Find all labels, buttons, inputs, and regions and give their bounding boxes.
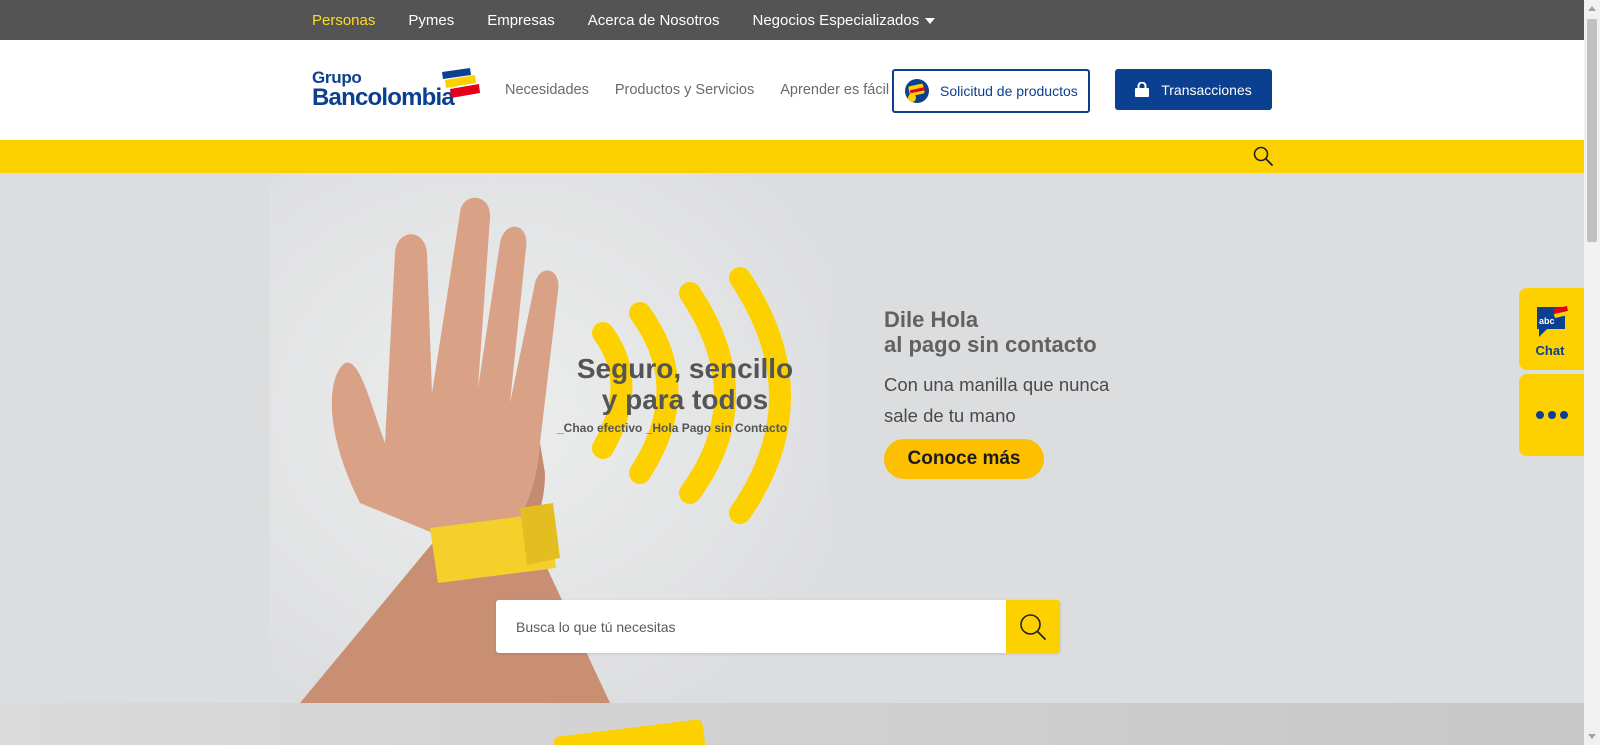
- hero-title: Dile Hola al pago sin contacto: [884, 307, 1097, 357]
- tagline-line2: y para todos: [601, 384, 769, 415]
- card-icon: [905, 79, 929, 103]
- conoce-mas-button[interactable]: Conoce más: [884, 439, 1044, 479]
- chat-icon: abc: [1537, 306, 1568, 337]
- segment-nav: Personas Pymes Empresas Acerca de Nosotr…: [312, 0, 968, 40]
- more-icon: [1559, 411, 1568, 419]
- more-icon: [1535, 411, 1544, 419]
- transacciones-label: Transacciones: [1161, 81, 1252, 98]
- nav-aprender[interactable]: Aprender es fácil: [780, 82, 889, 98]
- main-header: Grupo Bancolombia Necesidades Productos …: [0, 40, 1584, 140]
- main-nav: Necesidades Productos y Servicios Aprend…: [505, 40, 915, 140]
- top-bar: Personas Pymes Empresas Acerca de Nosotr…: [0, 0, 1584, 40]
- next-section-shape: [553, 719, 707, 745]
- search-icon[interactable]: [1253, 146, 1273, 166]
- nav-necesidades[interactable]: Necesidades: [505, 82, 589, 98]
- segment-negocios[interactable]: Negocios Especializados: [752, 11, 936, 29]
- hero-tagline: Seguro, sencillo y para todos _Chao efec…: [555, 353, 815, 435]
- next-section-preview: [0, 703, 1584, 745]
- more-icon: [1547, 411, 1556, 419]
- logo-line2: Bancolombia: [312, 84, 455, 111]
- hero-banner: Seguro, sencillo y para todos _Chao efec…: [0, 173, 1584, 703]
- nav-productos[interactable]: Productos y Servicios: [615, 82, 754, 98]
- chat-icon-text: abc: [1539, 316, 1555, 326]
- segment-personas[interactable]: Personas: [312, 12, 375, 29]
- hero-subtitle: Con una manilla que nunca sale de tu man…: [884, 374, 1110, 426]
- solicitud-label: Solicitud de productos: [940, 83, 1078, 99]
- segment-pymes[interactable]: Pymes: [408, 12, 454, 29]
- hero-title-line2: al pago sin contacto: [884, 332, 1097, 357]
- search-input[interactable]: [496, 600, 1006, 653]
- logo-mark-icon: [442, 68, 480, 98]
- chevron-down-icon: [925, 17, 936, 24]
- search-button[interactable]: [1006, 600, 1060, 653]
- scroll-up-icon[interactable]: [1588, 6, 1596, 11]
- solicitud-productos-button[interactable]: Solicitud de productos: [892, 69, 1090, 113]
- segment-negocios-label: Negocios Especializados: [752, 11, 920, 29]
- scroll-down-icon[interactable]: [1588, 734, 1596, 739]
- hero-title-line1: Dile Hola: [884, 307, 979, 332]
- chat-widget-button[interactable]: abc Chat: [1519, 288, 1584, 370]
- lock-icon: [1135, 82, 1150, 97]
- page-scrollbar[interactable]: [1584, 0, 1600, 745]
- chat-label: Chat: [1535, 343, 1565, 358]
- tagline-line3: _Chao efectivo _Hola Pago sin Contacto: [557, 421, 788, 435]
- yellow-bar: [0, 140, 1584, 173]
- segment-acerca[interactable]: Acerca de Nosotros: [588, 12, 720, 29]
- bancolombia-logo[interactable]: Grupo Bancolombia: [312, 68, 482, 114]
- search-box: [496, 600, 1060, 653]
- more-options-button[interactable]: [1519, 374, 1584, 456]
- transacciones-button[interactable]: Transacciones: [1115, 69, 1272, 110]
- segment-empresas[interactable]: Empresas: [487, 12, 555, 29]
- search-icon: [1020, 613, 1046, 640]
- tagline-line1: Seguro, sencillo: [576, 353, 794, 384]
- scrollbar-thumb[interactable]: [1587, 19, 1597, 242]
